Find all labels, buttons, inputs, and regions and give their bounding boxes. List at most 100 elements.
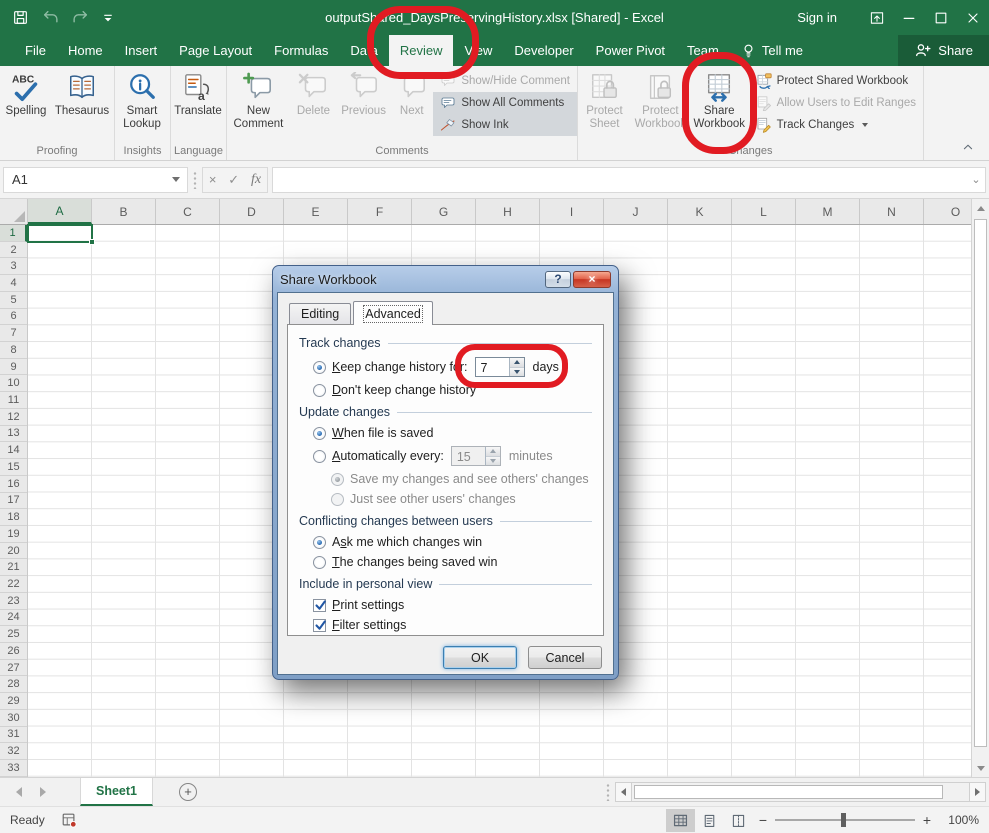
column-header-j[interactable]: J: [604, 199, 668, 224]
ribbon-smart-lookup[interactable]: Smart Lookup: [116, 67, 168, 143]
tab-home[interactable]: Home: [57, 35, 114, 66]
sign-in-link[interactable]: Sign in: [797, 10, 837, 25]
dont-keep-history-radio[interactable]: Don't keep change history: [313, 380, 594, 400]
column-header-f[interactable]: F: [348, 199, 412, 224]
prev-sheet-icon[interactable]: [16, 787, 22, 797]
tab-formulas[interactable]: Formulas: [263, 35, 339, 66]
ok-button[interactable]: OK: [443, 646, 517, 669]
close-button[interactable]: [957, 0, 989, 35]
row-header-4[interactable]: 4: [0, 275, 27, 292]
row-header-30[interactable]: 30: [0, 710, 27, 727]
new-sheet-button[interactable]: +: [179, 783, 197, 801]
ribbon-spelling[interactable]: ABCSpelling: [1, 67, 51, 143]
undo-icon[interactable]: [42, 9, 59, 26]
row-header-20[interactable]: 20: [0, 543, 27, 560]
enter-formula-icon[interactable]: ✓: [228, 172, 239, 188]
row-header-32[interactable]: 32: [0, 743, 27, 760]
scroll-down-icon[interactable]: [977, 766, 985, 771]
tab-view[interactable]: View: [453, 35, 503, 66]
row-header-15[interactable]: 15: [0, 459, 27, 476]
column-header-d[interactable]: D: [220, 199, 284, 224]
row-header-5[interactable]: 5: [0, 292, 27, 309]
insert-function-icon[interactable]: fx: [251, 172, 261, 188]
checkbox-checked[interactable]: [313, 599, 326, 612]
column-header-i[interactable]: I: [540, 199, 604, 224]
column-header-g[interactable]: G: [412, 199, 476, 224]
ask-me-radio[interactable]: Ask me which changes win: [313, 532, 594, 552]
row-header-10[interactable]: 10: [0, 375, 27, 392]
row-header-11[interactable]: 11: [0, 392, 27, 409]
zoom-in-icon[interactable]: +: [917, 812, 937, 828]
row-header-21[interactable]: 21: [0, 559, 27, 576]
row-header-18[interactable]: 18: [0, 509, 27, 526]
select-all-corner[interactable]: [0, 199, 28, 224]
column-header-h[interactable]: H: [476, 199, 540, 224]
days-field[interactable]: 7: [475, 357, 525, 377]
changes-saved-win-radio[interactable]: The changes being saved win: [313, 552, 594, 572]
macro-record-icon[interactable]: [61, 812, 77, 828]
page-layout-view-button[interactable]: [695, 809, 724, 832]
active-cell-a1[interactable]: [27, 224, 93, 243]
radio-button-checked[interactable]: [313, 427, 326, 440]
name-box[interactable]: A1: [3, 167, 188, 193]
column-header-b[interactable]: B: [92, 199, 156, 224]
row-header-27[interactable]: 27: [0, 660, 27, 677]
row-header-25[interactable]: 25: [0, 626, 27, 643]
zoom-level[interactable]: 100%: [937, 813, 979, 827]
radio-button[interactable]: [313, 556, 326, 569]
page-break-view-button[interactable]: [724, 809, 753, 832]
filter-settings-checkbox[interactable]: Filter settings: [313, 615, 594, 635]
minimize-button[interactable]: [893, 0, 925, 35]
ribbon-show-ink[interactable]: Show Ink: [433, 114, 577, 136]
column-header-a[interactable]: A: [28, 199, 92, 224]
column-header-c[interactable]: C: [156, 199, 220, 224]
row-header-23[interactable]: 23: [0, 593, 27, 610]
zoom-slider[interactable]: [775, 819, 915, 821]
tab-developer[interactable]: Developer: [503, 35, 584, 66]
spin-down-icon[interactable]: [510, 368, 524, 377]
column-header-e[interactable]: E: [284, 199, 348, 224]
share-button[interactable]: Share: [898, 35, 989, 66]
row-header-12[interactable]: 12: [0, 409, 27, 426]
save-icon[interactable]: [12, 9, 29, 26]
tab-file[interactable]: File: [14, 35, 57, 66]
radio-button-checked[interactable]: [313, 361, 326, 374]
sheet-tab-sheet1[interactable]: Sheet1: [80, 778, 153, 806]
tab-review[interactable]: Review: [389, 35, 454, 66]
row-header-6[interactable]: 6: [0, 309, 27, 326]
normal-view-button[interactable]: [666, 809, 695, 832]
horizontal-scroll-track[interactable]: [632, 782, 969, 802]
expand-formula-bar-icon[interactable]: ⌄: [967, 171, 985, 189]
row-header-31[interactable]: 31: [0, 727, 27, 744]
row-header-19[interactable]: 19: [0, 526, 27, 543]
row-header-2[interactable]: 2: [0, 242, 27, 259]
row-header-8[interactable]: 8: [0, 342, 27, 359]
dialog-tab-advanced[interactable]: Advanced: [353, 301, 433, 325]
column-header-l[interactable]: L: [732, 199, 796, 224]
row-header-7[interactable]: 7: [0, 325, 27, 342]
zoom-out-icon[interactable]: −: [753, 812, 773, 828]
fill-handle[interactable]: [89, 239, 95, 245]
scroll-up-icon[interactable]: [972, 199, 989, 217]
row-header-14[interactable]: 14: [0, 442, 27, 459]
collapse-ribbon-icon[interactable]: [961, 141, 975, 153]
redo-icon[interactable]: [72, 9, 89, 26]
row-header-22[interactable]: 22: [0, 576, 27, 593]
ribbon-thesaurus[interactable]: Thesaurus: [53, 67, 111, 143]
row-header-33[interactable]: 33: [0, 760, 27, 777]
row-header-24[interactable]: 24: [0, 610, 27, 627]
horizontal-scroll-thumb[interactable]: [634, 785, 943, 799]
column-header-m[interactable]: M: [796, 199, 860, 224]
radio-button[interactable]: [313, 384, 326, 397]
row-header-1[interactable]: 1: [0, 225, 27, 242]
row-header-16[interactable]: 16: [0, 476, 27, 493]
vertical-scroll-thumb[interactable]: [974, 219, 987, 747]
ribbon-display-options-button[interactable]: [861, 0, 893, 35]
formula-input[interactable]: ⌄: [272, 167, 986, 193]
dialog-help-button[interactable]: ?: [545, 271, 571, 288]
dialog-titlebar[interactable]: Share Workbook ? ×: [273, 266, 618, 292]
vertical-scrollbar[interactable]: [971, 199, 989, 777]
cancel-button[interactable]: Cancel: [528, 646, 602, 669]
when-file-saved-radio[interactable]: When file is saved: [313, 423, 594, 443]
row-header-17[interactable]: 17: [0, 493, 27, 510]
